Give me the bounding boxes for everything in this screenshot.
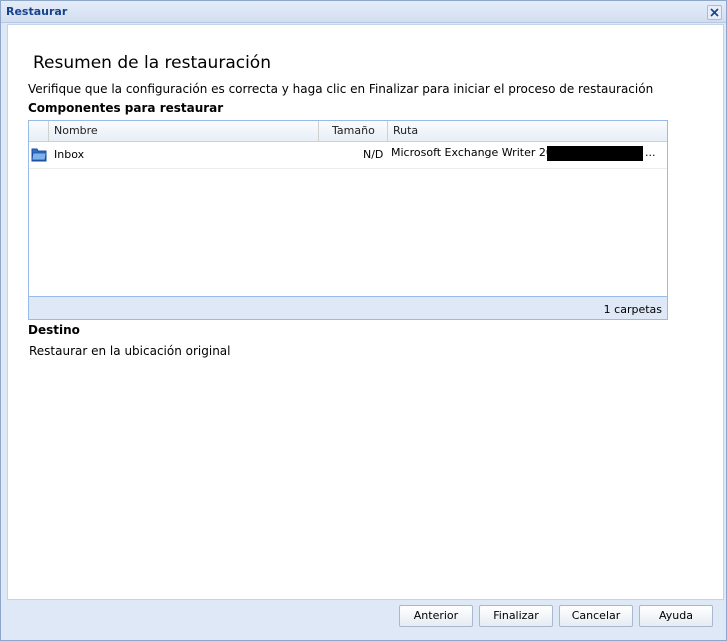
window-title: Restaurar xyxy=(6,5,68,18)
page-title: Resumen de la restauración xyxy=(33,53,271,73)
folder-icon xyxy=(31,147,47,165)
row-name: Inbox xyxy=(54,148,85,161)
header-icon-column xyxy=(29,121,49,141)
destination-title: Destino xyxy=(28,323,80,337)
instructions-text: Verifique que la configuración es correc… xyxy=(28,82,654,96)
table-row[interactable]: Inbox N/D Microsoft Exchange Writer 2003… xyxy=(29,142,667,169)
previous-button[interactable]: Anterior xyxy=(399,605,473,627)
close-icon xyxy=(710,8,719,17)
grid-header: Nombre Tamaño Ruta xyxy=(29,121,667,142)
header-path[interactable]: Ruta xyxy=(388,121,667,141)
grid-footer: 1 carpetas xyxy=(29,296,667,319)
restore-dialog: Restaurar Resumen de la restauración Ver… xyxy=(0,0,727,641)
header-name[interactable]: Nombre xyxy=(49,121,319,141)
redacted-block xyxy=(547,146,643,161)
row-path: Microsoft Exchange Writer 2003 xyxy=(391,146,567,159)
folder-count: 1 carpetas xyxy=(603,303,662,316)
components-grid: Nombre Tamaño Ruta Inbox N/D Microsoft E… xyxy=(28,120,668,320)
close-button[interactable] xyxy=(707,5,722,20)
destination-value: Restaurar en la ubicación original xyxy=(29,344,231,358)
components-title: Componentes para restaurar xyxy=(28,101,224,115)
title-bar[interactable]: Restaurar xyxy=(1,1,726,23)
finish-button[interactable]: Finalizar xyxy=(479,605,553,627)
cancel-button[interactable]: Cancelar xyxy=(559,605,633,627)
row-path-ellipsis: ... xyxy=(645,146,656,159)
row-size: N/D xyxy=(363,148,384,161)
help-button[interactable]: Ayuda xyxy=(639,605,713,627)
content-panel: Resumen de la restauración Verifique que… xyxy=(7,24,724,600)
header-size[interactable]: Tamaño xyxy=(319,121,388,141)
